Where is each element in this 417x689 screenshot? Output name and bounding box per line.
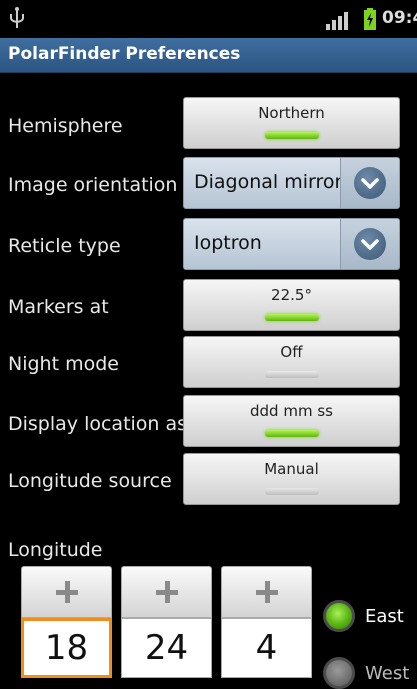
title-bar: PolarFinder Preferences: [0, 38, 417, 73]
spinner-arrow[interactable]: [340, 219, 399, 269]
degrees-field[interactable]: 18: [21, 618, 112, 678]
reticle-label: Reticle type: [8, 235, 121, 257]
west-label: West: [365, 663, 410, 684]
signal-icon: [326, 12, 348, 30]
battery-charging-icon: [364, 8, 376, 30]
toggle-indicator-on: [264, 430, 319, 437]
east-label: East: [365, 606, 404, 627]
location-format-value: ddd mm ss: [250, 402, 333, 420]
night-mode-toggle[interactable]: Off: [183, 336, 400, 388]
degrees-increment-button[interactable]: [21, 566, 112, 618]
plus-icon: [156, 581, 178, 603]
clock: 09:45: [382, 8, 417, 28]
minutes-increment-button[interactable]: [121, 566, 212, 618]
west-radio[interactable]: [323, 657, 355, 689]
chevron-down-icon: [354, 228, 386, 260]
plus-icon: [256, 581, 278, 603]
longitude-label: Longitude: [8, 539, 103, 561]
minutes-field[interactable]: 24: [121, 618, 212, 678]
orientation-label: Image orientation: [8, 174, 178, 196]
toggle-indicator-on: [264, 314, 319, 321]
chevron-down-icon: [354, 167, 386, 199]
night-mode-value: Off: [280, 343, 303, 361]
usb-icon: [10, 7, 24, 28]
location-format-label: Display location as: [8, 413, 188, 435]
toggle-indicator-off: [264, 488, 319, 495]
hemisphere-value: Northern: [258, 104, 325, 122]
location-format-toggle[interactable]: ddd mm ss: [183, 395, 400, 447]
hemisphere-label: Hemisphere: [8, 115, 123, 137]
toggle-indicator-on: [264, 132, 319, 139]
markers-value: 22.5°: [271, 286, 312, 304]
east-radio[interactable]: [323, 600, 355, 632]
seconds-increment-button[interactable]: [221, 566, 312, 618]
reticle-spinner[interactable]: Ioptron: [183, 218, 400, 270]
window-title: PolarFinder Preferences: [8, 44, 241, 64]
plus-icon: [56, 581, 78, 603]
longitude-source-value: Manual: [264, 460, 319, 478]
longitude-source-toggle[interactable]: Manual: [183, 453, 400, 505]
markers-toggle[interactable]: 22.5°: [183, 279, 400, 331]
hemisphere-toggle[interactable]: Northern: [183, 97, 400, 149]
toggle-indicator-off: [264, 371, 319, 378]
longitude-source-label: Longitude source: [8, 470, 172, 492]
seconds-field[interactable]: 4: [221, 618, 312, 678]
markers-label: Markers at: [8, 296, 109, 318]
night-mode-label: Night mode: [8, 353, 119, 375]
spinner-arrow[interactable]: [340, 158, 399, 208]
reticle-value: Ioptron: [194, 232, 262, 254]
status-bar: 09:45: [0, 0, 417, 38]
orientation-value: Diagonal mirror: [194, 171, 343, 193]
orientation-spinner[interactable]: Diagonal mirror: [183, 157, 400, 209]
